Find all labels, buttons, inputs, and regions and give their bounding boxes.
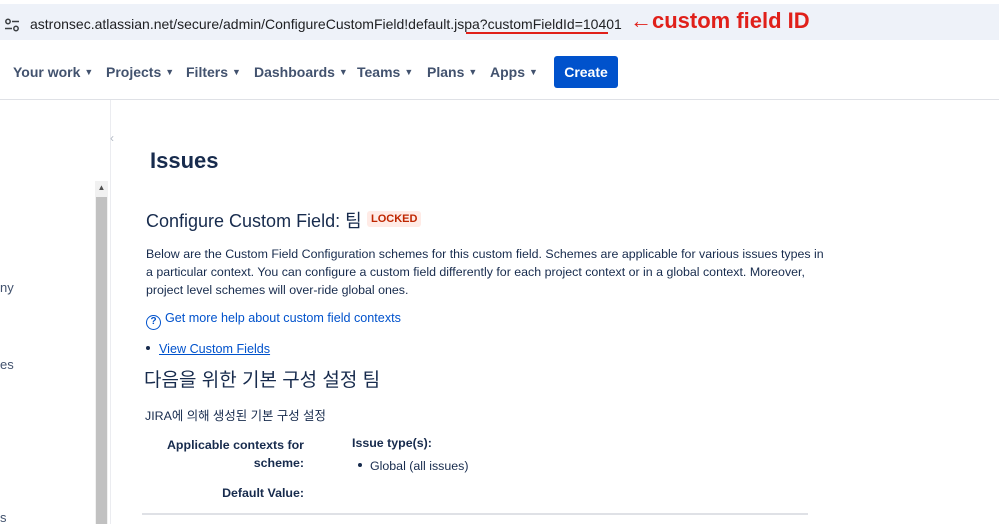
url-text[interactable]: astronsec.atlassian.net/secure/admin/Con… (30, 16, 622, 32)
sidebar-divider (110, 100, 111, 524)
annotation-underline (466, 32, 608, 34)
issue-type-item: Global (all issues) (358, 459, 468, 473)
page-title: Issues (150, 148, 219, 173)
nav-plans[interactable]: Plans ▼ (427, 64, 477, 80)
chevron-down-icon: ▼ (404, 67, 414, 77)
sidebar-item-fragment[interactable]: s (0, 510, 7, 525)
description-text: Below are the Custom Field Configuration… (146, 247, 824, 297)
chevron-down-icon: ▼ (232, 67, 241, 77)
help-link-label: Get more help about custom field context… (165, 311, 401, 325)
sidebar: ny es s (0, 100, 110, 525)
collapse-sidebar-chevron-icon[interactable]: ‹ (103, 131, 121, 153)
annotation-label: ←custom field ID (630, 8, 810, 33)
browser-address-bar: astronsec.atlassian.net/secure/admin/Con… (0, 0, 999, 44)
chevron-down-icon: ▼ (165, 67, 175, 77)
nav-label: Apps (490, 64, 525, 80)
sidebar-item-fragment[interactable]: es (0, 357, 14, 372)
nav-label: Filters (186, 64, 229, 80)
nav-dashboards[interactable]: Dashboards ▼ (254, 64, 348, 80)
top-navigation: Your work ▼ Projects ▼ Filters ▼ Dashboards… (0, 44, 999, 100)
bullet (146, 346, 150, 350)
scrollbar-thumb[interactable] (96, 197, 107, 524)
scheme-title: 다음을 위한 기본 구성 설정 팀 (144, 370, 381, 391)
nav-label: Dashboards (254, 64, 335, 80)
default-value-label: Default Value: (222, 486, 304, 500)
custom-field-title: Configure Custom Field: 팀 (146, 211, 362, 231)
nav-apps[interactable]: Apps ▼ (490, 64, 538, 80)
nav-filters[interactable]: Filters ▼ (186, 64, 241, 80)
issue-type-value: Global (all issues) (370, 459, 469, 473)
nav-your-work[interactable]: Your work ▼ (13, 64, 93, 80)
url-field[interactable]: astronsec.atlassian.net/secure/admin/Con… (0, 4, 999, 40)
nav-label: Projects (106, 64, 162, 80)
bullet (358, 463, 362, 467)
locked-badge: LOCKED (367, 211, 422, 227)
nav-label: Plans (427, 64, 465, 80)
create-button[interactable]: Create (554, 56, 618, 88)
view-custom-fields-item: View Custom Fields (146, 342, 270, 356)
nav-label: Teams (357, 64, 401, 80)
scroll-up-arrow-icon[interactable]: ▲ (95, 181, 108, 195)
scheme-description: JIRA에 의해 생성된 기본 구성 설정 (145, 409, 326, 423)
nav-label: Your work (13, 64, 81, 80)
issue-types-label: Issue type(s): (352, 436, 432, 450)
chevron-down-icon: ▼ (84, 67, 94, 77)
view-custom-fields-link[interactable]: View Custom Fields (159, 342, 270, 356)
tune-icon[interactable] (4, 17, 20, 33)
chevron-down-icon: ▼ (468, 67, 478, 77)
section-divider (142, 513, 808, 515)
applicable-contexts-label: Applicable contexts for scheme: (166, 438, 304, 470)
nav-projects[interactable]: Projects ▼ (106, 64, 174, 80)
help-link[interactable]: ? Get more help about custom field contex… (146, 311, 401, 330)
chevron-down-icon: ▼ (529, 67, 538, 77)
nav-teams[interactable]: Teams ▼ (357, 64, 413, 80)
chevron-down-icon: ▼ (338, 67, 348, 77)
help-icon: ? (146, 315, 161, 330)
sidebar-item-fragment[interactable]: ny (0, 280, 14, 295)
